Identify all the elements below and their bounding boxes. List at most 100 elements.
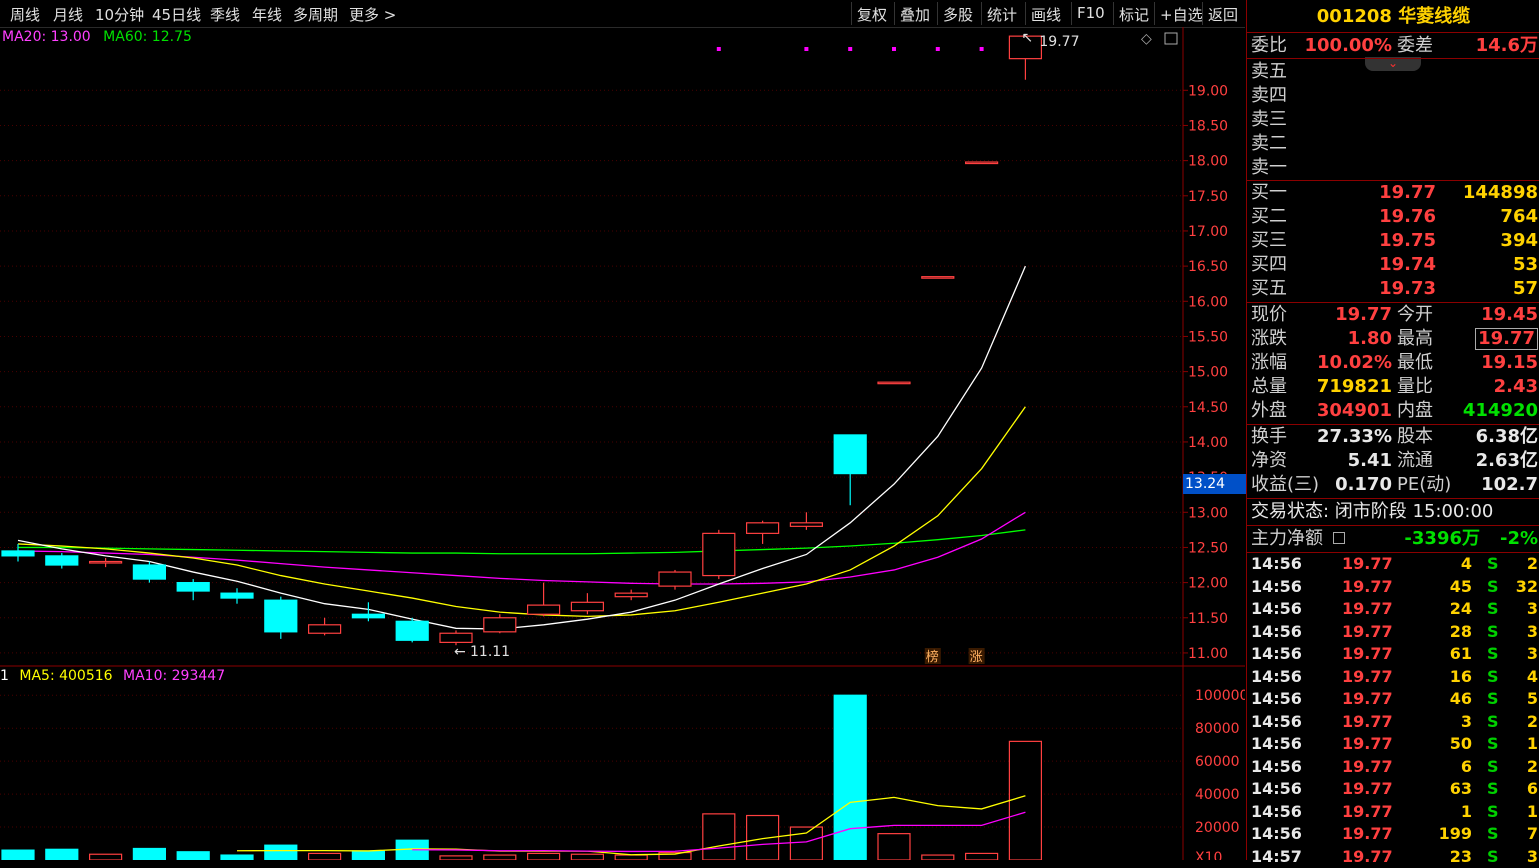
weibi-row: 委比 100.00% 委差 14.6万 — [1247, 34, 1539, 58]
toolbar-right-item-0[interactable]: 复权 — [857, 4, 887, 25]
tick-count: 2 — [1526, 554, 1538, 573]
toolbar-left-item-0[interactable]: 周线 — [10, 4, 40, 25]
tick-time: 14:56 — [1251, 824, 1302, 843]
tick-row: 14:56 19.77 46 S 5 — [1247, 688, 1539, 710]
vol-ma5-legend: MA5: 400516 — [19, 668, 113, 684]
weibi-label: 委比 — [1251, 35, 1287, 56]
quote-value: 719821 — [1316, 376, 1392, 397]
weibi-value: 100.00% — [1304, 35, 1393, 56]
toolbar-right-item-8[interactable]: 返回 — [1208, 4, 1238, 25]
tick-row: 14:56 19.77 4 S 2 — [1247, 553, 1539, 575]
quote-row: 现价 19.77 今开 19.45 — [1247, 303, 1539, 327]
buy-level-3[interactable]: 买三 19.75 394 — [1247, 229, 1539, 253]
price-ma10-line — [17, 406, 1026, 618]
candle-body — [921, 276, 955, 279]
candle-body — [526, 604, 561, 615]
candle-body — [351, 613, 385, 619]
tick-time: 14:56 — [1251, 756, 1302, 776]
buy-level-label: 买一 — [1251, 182, 1287, 203]
quote-row: 外盘 304901 内盘 414920 — [1247, 399, 1539, 423]
tick-row: 14:56 19.77 50 S 1 — [1247, 733, 1539, 755]
price-axis-label: 16.50 — [1188, 259, 1228, 275]
toolbar-right-item-7[interactable]: +自选 — [1160, 4, 1203, 25]
tick-time: 14:57 — [1251, 846, 1302, 866]
quote-value: 1.80 — [1347, 328, 1392, 349]
toolbar-left-item-4[interactable]: 季线 — [210, 4, 240, 25]
toolbar-left-item-5[interactable]: 年线 — [252, 4, 282, 25]
tick-side: S — [1487, 846, 1499, 866]
tick-row: 14:56 19.77 6 S 2 — [1247, 756, 1539, 778]
tick-time: 14:56 — [1251, 576, 1302, 596]
tick-side: S — [1487, 734, 1499, 753]
buy-level-1[interactable]: 买一 19.77 144898 — [1247, 181, 1539, 205]
volume-bar — [921, 854, 955, 860]
tick-time: 14:56 — [1251, 621, 1302, 641]
stock-title[interactable]: 001208 华菱线缆 — [1247, 0, 1539, 33]
quote-value: 19.77 — [1335, 304, 1392, 325]
fund-value: 5.41 — [1347, 450, 1392, 471]
tick-row: 14:56 19.77 28 S 3 — [1247, 621, 1539, 643]
toolbar-right-item-6[interactable]: 标记 — [1119, 4, 1149, 25]
toolbar-left-item-1[interactable]: 月线 — [53, 4, 83, 25]
tick-price: 19.77 — [1342, 599, 1393, 618]
sell-level-4[interactable]: 卖四 — [1247, 84, 1539, 108]
tick-price: 19.77 — [1342, 666, 1393, 686]
tick-qty: 24 — [1449, 599, 1472, 618]
tick-row: 14:56 19.77 63 S 6 — [1247, 778, 1539, 800]
toolbar-left-item-2[interactable]: 10分钟 — [95, 4, 144, 25]
trade-status-text: 交易状态: 闭市阶段 15:00:00 — [1251, 501, 1494, 522]
volume-bar — [132, 847, 166, 860]
candle-body — [570, 601, 605, 612]
toolbar-left-item-3[interactable]: 45日线 — [152, 4, 201, 25]
toolbar-right-item-4[interactable]: 画线 — [1031, 4, 1061, 25]
buy-level-4[interactable]: 买四 19.74 53 — [1247, 253, 1539, 277]
tick-qty: 199 — [1438, 824, 1472, 843]
sell-level-1[interactable]: 卖一 — [1247, 156, 1539, 180]
candle-body — [789, 522, 824, 527]
sell-level-2[interactable]: 卖二 — [1247, 132, 1539, 156]
toolbar-left-item-7[interactable]: 更多 > — [349, 4, 396, 25]
tick-count: 3 — [1526, 621, 1538, 641]
toolbar-right-item-1[interactable]: 叠加 — [900, 4, 930, 25]
toolbar-right-item-5[interactable]: F10 — [1077, 4, 1105, 22]
tick-time: 14:56 — [1251, 779, 1302, 798]
buy-level-5[interactable]: 买五 19.73 57 — [1247, 277, 1539, 301]
tick-price: 19.77 — [1342, 801, 1393, 821]
fund-value: 0.170 — [1335, 474, 1392, 495]
price-axis-label: 12.50 — [1188, 540, 1228, 556]
candle-body — [483, 617, 517, 633]
candle-body — [658, 571, 692, 587]
sell-level-3[interactable]: 卖三 — [1247, 108, 1539, 132]
sell-level-5[interactable]: 卖五 — [1247, 60, 1539, 84]
volume-bar — [614, 854, 648, 860]
tick-price: 19.77 — [1342, 824, 1393, 843]
kline-chart[interactable]: 19.00 18.50 18.00 17.50 17.00 16.50 16.00 15.50… — [0, 27, 1245, 860]
main-net-info-icon[interactable] — [1333, 532, 1345, 544]
toolbar-right-item-2[interactable]: 多股 — [943, 4, 973, 25]
tick-qty: 16 — [1449, 666, 1472, 686]
volume-bar — [483, 854, 517, 860]
tick-side: S — [1487, 621, 1499, 641]
volume-bar — [88, 853, 123, 860]
volume-bar — [176, 851, 210, 860]
tick-price: 19.77 — [1342, 711, 1393, 731]
sell-level-label: 卖二 — [1251, 133, 1287, 154]
tick-qty: 4 — [1460, 554, 1472, 573]
buy-level-label: 买三 — [1251, 230, 1287, 251]
candle-body — [1, 550, 35, 557]
toolbar-right-item-3[interactable]: 统计 — [987, 4, 1017, 25]
volume-axis-label: 60000 — [1195, 754, 1240, 770]
tick-qty: 46 — [1449, 689, 1472, 708]
tick-price: 19.77 — [1342, 644, 1393, 663]
toolbar-left-item-6[interactable]: 多周期 — [293, 4, 338, 25]
diamond-icon: ◇ — [1141, 31, 1152, 47]
buy-level-2[interactable]: 买二 19.76 764 — [1247, 205, 1539, 229]
tick-count: 32 — [1515, 576, 1538, 596]
tick-qty: 63 — [1449, 779, 1472, 798]
quote-label-2: 今开 — [1397, 304, 1433, 325]
tick-count: 3 — [1526, 846, 1538, 866]
fund-value-2: 6.38亿 — [1475, 426, 1538, 447]
quote-label-2: 最高 — [1397, 328, 1433, 349]
price-axis-label: 17.50 — [1188, 189, 1228, 205]
tick-price: 19.77 — [1342, 554, 1393, 573]
